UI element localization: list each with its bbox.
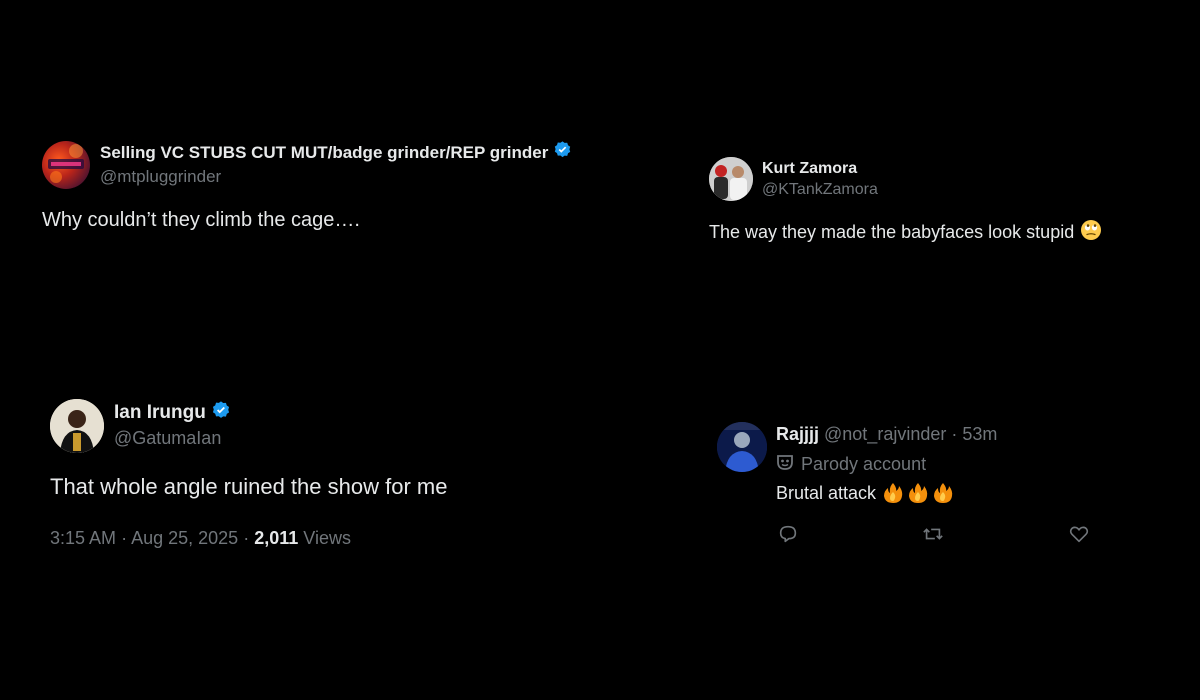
views-count: 2,011: [254, 528, 299, 548]
parody-label-row: Parody account: [776, 453, 926, 476]
like-icon[interactable]: [1068, 523, 1090, 545]
parody-mask-icon: [776, 453, 794, 476]
user-handle[interactable]: @KTankZamora: [762, 181, 878, 199]
rolling-eyes-emoji-icon: [1080, 219, 1102, 246]
tweet-text-content: The way they made the babyfaces look stu…: [709, 222, 1075, 242]
display-name[interactable]: Kurt Zamora: [762, 160, 857, 178]
tweet-time-ago[interactable]: 53m: [962, 424, 997, 445]
avatar-image: [717, 422, 767, 472]
verified-badge-icon: [210, 400, 232, 427]
user-handle[interactable]: @mtpluggrinder: [100, 167, 221, 187]
user-handle[interactable]: @not_rajvinder: [824, 424, 946, 445]
tweet-time[interactable]: 3:15 AM: [50, 528, 116, 548]
display-name[interactable]: Rajjjj: [776, 424, 819, 445]
avatar-image: [50, 399, 104, 453]
parody-account-label: Parody account: [801, 454, 927, 474]
display-name[interactable]: Ian Irungu: [114, 402, 206, 424]
reply-icon[interactable]: [777, 523, 799, 545]
tweet-text: Brutal attack: [776, 482, 954, 504]
avatar-image: [709, 157, 753, 201]
avatar[interactable]: [50, 399, 104, 453]
verified-badge-icon: [552, 140, 573, 166]
separator: ·: [243, 528, 250, 548]
avatar-image: [48, 144, 84, 183]
views-label: Views: [303, 528, 351, 548]
tweet-text: The way they made the babyfaces look stu…: [709, 219, 1102, 246]
user-handle[interactable]: @GatumaIan: [114, 428, 221, 449]
tweet-text-content: Brutal attack: [776, 482, 877, 503]
tweet-date[interactable]: Aug 25, 2025: [131, 528, 238, 548]
avatar[interactable]: [42, 141, 90, 189]
fire-emoji-icon: [882, 482, 954, 504]
avatar[interactable]: [717, 422, 767, 472]
separator: ·: [951, 423, 958, 444]
display-name[interactable]: Selling VC STUBS CUT MUT/badge grinder/R…: [100, 143, 548, 163]
avatar[interactable]: [709, 157, 753, 201]
tweet-text: That whole angle ruined the show for me: [50, 474, 448, 499]
tweet-text: Why couldn’t they climb the cage….: [42, 209, 360, 231]
retweet-icon[interactable]: [922, 523, 944, 545]
separator: ·: [121, 528, 128, 548]
tweet-meta: 3:15 AM · Aug 25, 2025 · 2,011 Views: [50, 528, 351, 549]
